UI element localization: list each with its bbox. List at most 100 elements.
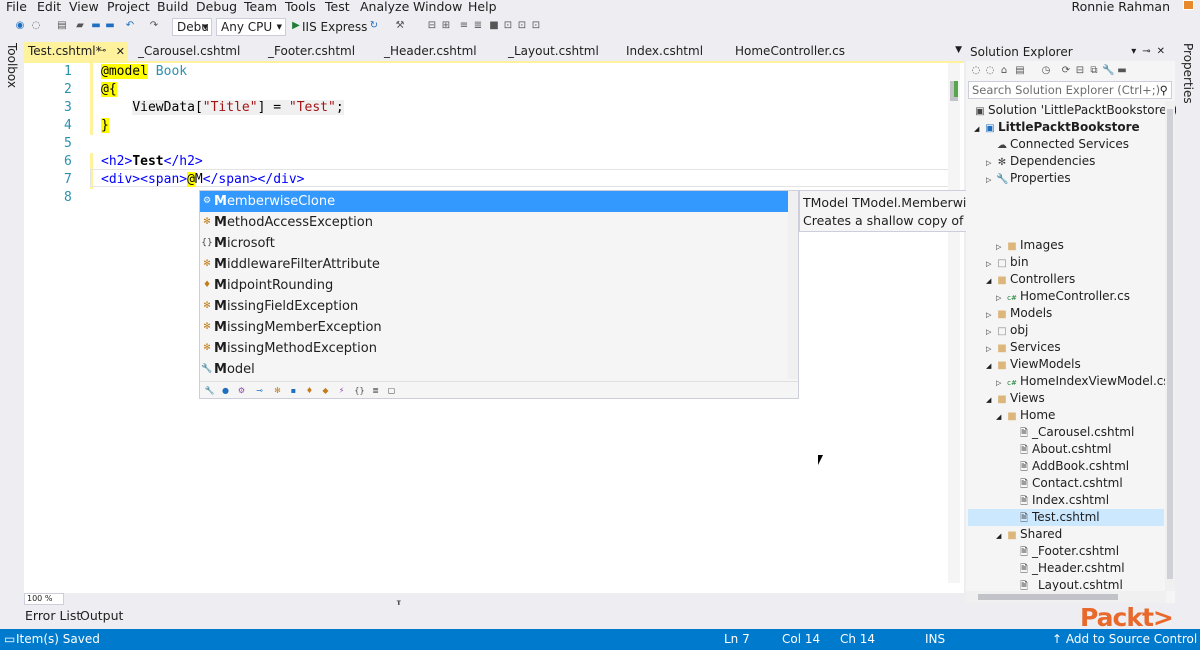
menu-project[interactable]: Project <box>107 0 150 14</box>
tab-error-list[interactable]: Error List <box>25 608 81 624</box>
tree-item[interactable]: ▣ Solution 'LittlePacktBookstore' (1 <box>974 102 1186 119</box>
search-icon[interactable]: ⚲ <box>1160 82 1168 98</box>
refresh-icon[interactable]: ↻ <box>368 20 380 32</box>
completion-item[interactable]: ✻ MissingFieldException <box>200 296 790 317</box>
expand-arrow-icon[interactable]: ◢ <box>996 528 1006 545</box>
keyword-filter-icon[interactable]: ▢ <box>386 385 397 396</box>
namespace-filter-icon[interactable]: {} <box>354 385 365 396</box>
back-icon[interactable]: ◉ <box>14 20 26 32</box>
tree-item[interactable]: ▷ c# HomeController.cs <box>996 288 1130 305</box>
menu-debug[interactable]: Debug <box>196 0 237 14</box>
expand-arrow-icon[interactable]: ▷ <box>986 172 996 189</box>
menu-team[interactable]: Team <box>244 0 277 14</box>
expand-arrow-icon[interactable]: ◢ <box>974 121 984 138</box>
tree-item[interactable]: ◢ ■ ViewModels <box>986 356 1081 373</box>
open-file-icon[interactable]: ▰ <box>74 20 86 32</box>
add-to-source-control-button[interactable]: ↑ Add to Source Control ▴ <box>1052 629 1200 650</box>
struct-filter-icon[interactable]: ▪ <box>288 385 299 396</box>
completion-item[interactable]: {} Microsoft <box>200 233 790 254</box>
tab-output[interactable]: Output <box>80 608 123 624</box>
delegate-filter-icon[interactable]: ◆ <box>320 385 331 396</box>
menu-analyze[interactable]: Analyze <box>360 0 409 14</box>
format-icon[interactable]: ⊟ <box>426 20 438 32</box>
completion-item[interactable]: ✻ MissingMethodException <box>200 338 790 359</box>
event-filter-icon[interactable]: ⚡ <box>336 385 347 396</box>
menu-file[interactable]: File <box>6 0 27 14</box>
configuration-select[interactable]: Debu ▼ <box>172 18 212 36</box>
tree-item[interactable]: 🗎 _Header.cshtml <box>1018 560 1125 577</box>
expand-arrow-icon[interactable]: ◢ <box>986 273 996 290</box>
tree-item[interactable]: 🗎 _Carousel.cshtml <box>1018 424 1134 441</box>
tab-layout[interactable]: _Layout.cshtml <box>504 42 604 61</box>
tree-item[interactable]: ▷ ■ Services <box>986 339 1061 356</box>
undo-icon[interactable]: ↶ <box>124 20 136 32</box>
new-project-icon[interactable]: ▤ <box>56 20 68 32</box>
uncomment-icon[interactable]: ≣ <box>472 20 484 32</box>
menu-view[interactable]: View <box>69 0 99 14</box>
tab-test-cshtml[interactable]: Test.cshtml* ⊸ ✕ <box>24 42 128 61</box>
pin-icon[interactable]: ⊸ <box>98 42 106 61</box>
toolbox-tab[interactable]: Toolbox <box>5 43 19 88</box>
tab-index[interactable]: Index.cshtml <box>622 42 712 61</box>
bookmark-icon[interactable]: ■ <box>488 20 500 32</box>
properties-tab[interactable]: Properties <box>1181 43 1195 104</box>
tab-homecontroller[interactable]: HomeController.cs <box>731 42 851 61</box>
tab-footer[interactable]: _Footer.cshtml <box>264 42 364 61</box>
tree-item[interactable]: 🗎 AddBook.cshtml <box>1018 458 1129 475</box>
platform-select[interactable]: Any CPU ▼ <box>216 18 286 36</box>
close-icon[interactable]: ✕ <box>116 42 125 61</box>
layout-icon[interactable]: ⊞ <box>440 20 452 32</box>
tree-item[interactable]: ▷ ■ Models <box>986 305 1052 322</box>
completion-item[interactable]: ✻ MissingMemberException <box>200 317 790 338</box>
next-bookmark-icon[interactable]: ⊡ <box>516 20 528 32</box>
tree-item[interactable]: ▷ □ obj <box>986 322 1028 339</box>
method-filter-icon[interactable]: ⚙ <box>236 385 247 396</box>
tree-item[interactable]: 🗎 About.cshtml <box>1018 441 1112 458</box>
snippet-filter-icon[interactable]: ≣ <box>370 385 381 396</box>
switch-views-icon[interactable]: ▤ <box>1014 65 1026 77</box>
expand-arrow-icon[interactable]: ◢ <box>996 409 1006 426</box>
completion-item[interactable]: ✻ MethodAccessException <box>200 212 790 233</box>
completion-item[interactable]: ⚙ MemberwiseClone <box>200 191 790 212</box>
preview-icon[interactable]: ▬ <box>1116 65 1128 77</box>
save-all-icon[interactable]: ▬ <box>104 20 116 32</box>
redo-icon[interactable]: ↷ <box>148 20 160 32</box>
pending-changes-icon[interactable]: ◷ <box>1040 65 1052 77</box>
interface-filter-icon[interactable]: ⊸ <box>254 385 265 396</box>
zoom-select[interactable]: 100 % <box>24 593 64 605</box>
tree-item[interactable]: 🗎 _Footer.cshtml <box>1018 543 1119 560</box>
tree-item[interactable]: ▷ ■ Images <box>996 237 1064 254</box>
tree-item[interactable]: ☁ Connected Services <box>996 136 1129 153</box>
enum-filter-icon[interactable]: ♦ <box>304 385 315 396</box>
tree-item[interactable]: ▷ ✻ Dependencies <box>986 153 1095 170</box>
properties-icon[interactable]: 🔧 <box>1102 65 1114 77</box>
class-filter-icon[interactable]: ✻ <box>272 385 283 396</box>
menu-edit[interactable]: Edit <box>37 0 61 14</box>
menu-tools[interactable]: Tools <box>285 0 316 14</box>
completion-item[interactable]: ♦ MidpointRounding <box>200 275 790 296</box>
tab-carousel[interactable]: _Carousel.cshtml <box>134 42 244 61</box>
completion-scrollbar[interactable] <box>788 191 798 379</box>
completion-item[interactable]: ✻ MiddlewareFilterAttribute <box>200 254 790 275</box>
sync-icon[interactable]: ⟳ <box>1060 65 1072 77</box>
expand-arrow-icon[interactable]: ◢ <box>986 358 996 375</box>
forward-icon[interactable]: ◌ <box>984 65 996 77</box>
tab-header[interactable]: _Header.cshtml <box>380 42 480 61</box>
tree-item[interactable]: ◢ ■ Views <box>986 390 1045 407</box>
expand-arrow-icon[interactable]: ◢ <box>986 392 996 409</box>
tools-icon[interactable]: ⚒ <box>394 20 406 32</box>
scroll-thumb[interactable] <box>978 594 1118 600</box>
editor-vertical-scrollbar[interactable] <box>948 63 960 583</box>
forward-icon[interactable]: ◌ <box>30 20 42 32</box>
menu-window[interactable]: Window <box>413 0 462 14</box>
menu-help[interactable]: Help <box>468 0 497 14</box>
comment-icon[interactable]: ≡ <box>458 20 470 32</box>
tree-item[interactable]: ◢ ■ Shared <box>996 526 1062 543</box>
solution-search-input[interactable]: Search Solution Explorer (Ctrl+;) ⚲ <box>968 81 1172 99</box>
tree-item[interactable]: 🗎 Index.cshtml <box>1018 492 1109 509</box>
tree-item[interactable]: ▷ □ bin <box>986 254 1029 271</box>
tree-item[interactable]: ▷ 🔧 Properties <box>986 170 1071 187</box>
completion-item[interactable]: 🔧 Model <box>200 359 790 380</box>
tree-item[interactable]: ◢ ■ Home <box>996 407 1055 424</box>
home-icon[interactable]: ⌂ <box>998 65 1010 77</box>
